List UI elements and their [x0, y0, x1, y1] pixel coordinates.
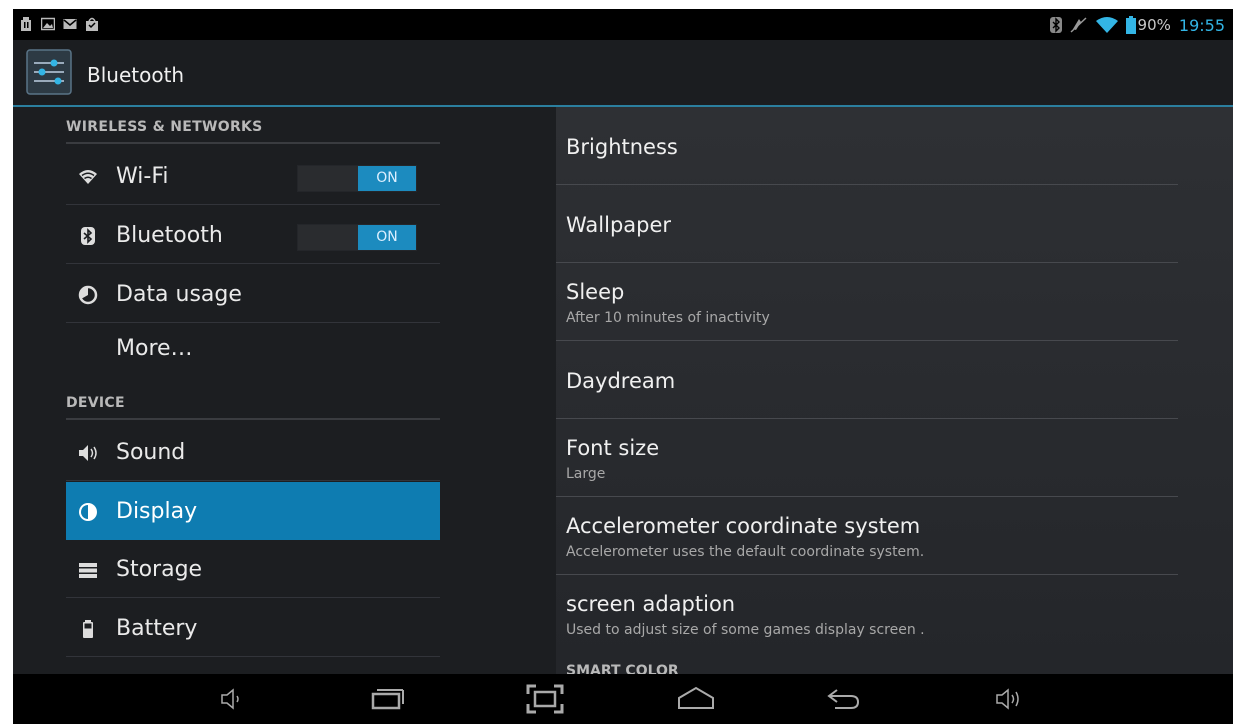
- sidebar-item-sound[interactable]: Sound: [66, 423, 440, 481]
- sidebar-item-bluetooth[interactable]: Bluetooth ON: [66, 206, 440, 264]
- sidebar-item-label: Sound: [116, 440, 186, 465]
- setting-subtitle: Used to adjust size of some games displa…: [566, 622, 925, 638]
- storage-icon: [79, 563, 97, 578]
- wifi-toggle[interactable]: ON: [297, 165, 417, 192]
- sidebar-item-label: More…: [116, 336, 193, 361]
- settings-sliders-icon[interactable]: [26, 49, 72, 95]
- navigation-bar: [13, 674, 1233, 724]
- display-settings-list: Brightness Wallpaper Sleep After 10 minu…: [556, 107, 1233, 679]
- sidebar-item-label: Wi-Fi: [116, 164, 169, 189]
- setting-subtitle: After 10 minutes of inactivity: [566, 310, 770, 326]
- toggle-on-label: ON: [358, 166, 416, 191]
- section-header-device: DEVICE: [66, 395, 440, 420]
- settings-category-list: WIRELESS & NETWORKS Wi-Fi ON Bluetooth O…: [13, 107, 556, 674]
- setting-screen-adaption[interactable]: screen adaption Used to adjust size of s…: [556, 575, 1178, 653]
- setting-brightness[interactable]: Brightness: [556, 107, 1178, 185]
- bluetooth-toggle[interactable]: ON: [297, 224, 417, 251]
- sidebar-item-label: Data usage: [116, 282, 242, 307]
- volume-up-icon[interactable]: [989, 684, 1029, 714]
- wifi-icon: [1095, 17, 1118, 33]
- setting-subtitle: Accelerometer uses the default coordinat…: [566, 544, 925, 560]
- tablet-screen: 90% 19:55 Bluetooth WIRELESS & NETWORKS: [13, 9, 1233, 724]
- sidebar-item-label: Display: [116, 499, 198, 524]
- speaker-icon: [79, 445, 97, 461]
- status-right-group: 90% 19:55: [1049, 15, 1225, 35]
- setting-font-size[interactable]: Font size Large: [556, 419, 1178, 497]
- home-icon[interactable]: [676, 684, 716, 714]
- battery-percentage: 90%: [1137, 16, 1171, 34]
- back-icon[interactable]: [823, 684, 863, 714]
- screenshot-icon[interactable]: [525, 684, 565, 714]
- bluetooth-icon: [81, 227, 95, 245]
- clock: 19:55: [1178, 15, 1225, 35]
- wifi-icon: [79, 170, 97, 184]
- page-title: Bluetooth: [87, 63, 185, 87]
- setting-title: Font size: [566, 436, 660, 460]
- setting-sleep[interactable]: Sleep After 10 minutes of inactivity: [556, 263, 1178, 341]
- sidebar-item-wifi[interactable]: Wi-Fi ON: [66, 147, 440, 205]
- sidebar-item-more[interactable]: More…: [66, 324, 440, 364]
- action-bar: Bluetooth: [13, 40, 1233, 107]
- setting-title: screen adaption: [566, 592, 736, 616]
- section-header-wireless: WIRELESS & NETWORKS: [66, 119, 440, 144]
- setting-title: Daydream: [566, 369, 676, 393]
- sidebar-item-label: Battery: [116, 616, 198, 641]
- mute-icon: [1070, 17, 1087, 33]
- setting-accelerometer[interactable]: Accelerometer coordinate system Accelero…: [556, 497, 1178, 575]
- image-icon: [41, 17, 55, 31]
- setting-wallpaper[interactable]: Wallpaper: [556, 185, 1178, 263]
- sidebar-item-label: Storage: [116, 557, 203, 582]
- usb-icon: [21, 17, 31, 31]
- sidebar-item-battery[interactable]: Battery: [66, 599, 440, 657]
- sidebar-item-data-usage[interactable]: Data usage: [66, 265, 440, 323]
- setting-title: Sleep: [566, 280, 625, 304]
- sidebar-item-storage[interactable]: Storage: [66, 540, 440, 598]
- battery-icon: [1125, 16, 1136, 34]
- sidebar-item-display[interactable]: Display: [66, 482, 440, 540]
- data-usage-icon: [78, 285, 98, 305]
- setting-title: Wallpaper: [566, 213, 672, 237]
- setting-subtitle: Large: [566, 466, 606, 482]
- volume-down-icon[interactable]: [210, 684, 250, 714]
- recent-apps-icon[interactable]: [367, 684, 407, 714]
- toggle-on-label: ON: [358, 225, 416, 250]
- shopping-bag-icon: [86, 17, 98, 31]
- setting-title: Accelerometer coordinate system: [566, 514, 921, 538]
- setting-daydream[interactable]: Daydream: [556, 341, 1178, 419]
- sidebar-item-label: Bluetooth: [116, 223, 223, 248]
- bluetooth-icon: [1049, 17, 1062, 33]
- battery-icon: [83, 620, 93, 638]
- display-icon: [79, 503, 97, 521]
- status-bar: 90% 19:55: [13, 9, 1233, 40]
- setting-title: Brightness: [566, 135, 678, 159]
- gmail-icon: [63, 19, 77, 29]
